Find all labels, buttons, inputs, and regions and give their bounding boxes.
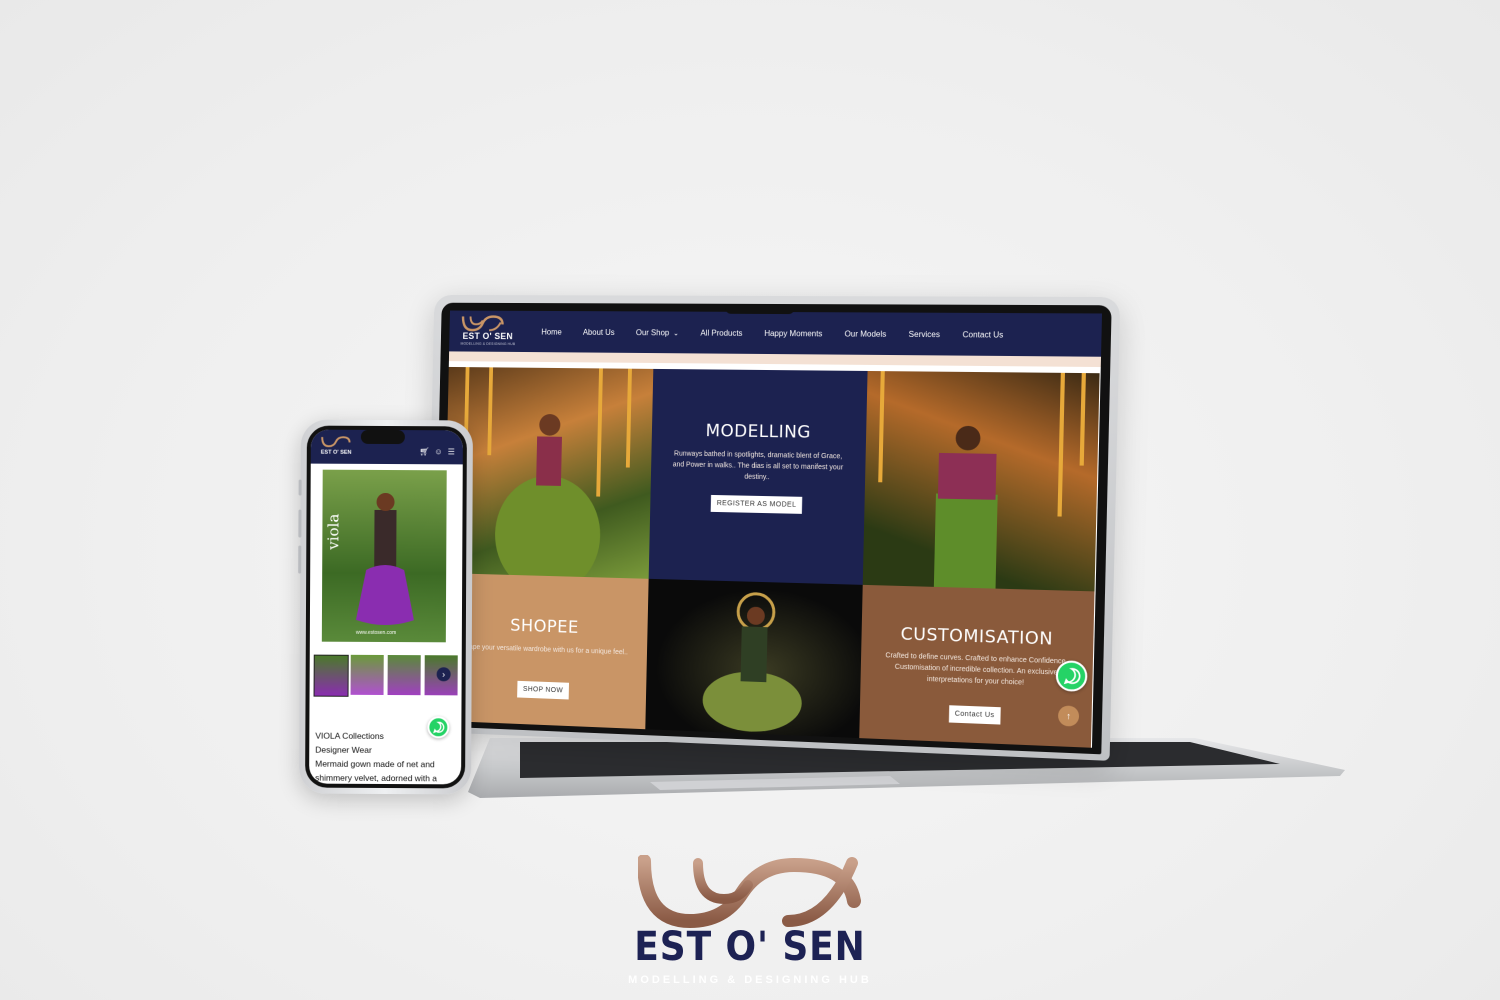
nav-item-about-us[interactable]: About Us [572,327,625,336]
smartphone: EST O' SEN 🛒︎ ☺ ☰ viola www.estosen.com [298,419,473,795]
volume-button [298,479,302,496]
nav-item-services[interactable]: Services [897,329,951,338]
laptop: EST O' SEN MODELLING & DESIGNING HUB Hom… [424,294,1121,761]
nav-item-our-models[interactable]: Our Models [833,329,897,338]
register-as-model-button[interactable]: REGISTER AS MODEL [710,494,803,514]
shopee-title: SHOPEE [510,616,579,638]
phone-header-icons: 🛒︎ ☺ ☰ [419,447,455,456]
website-screen: EST O' SEN MODELLING & DESIGNING HUB Hom… [441,310,1103,748]
product-category: Designer Wear [315,744,372,755]
shopee-card: SHOPEE Shape your versatile wardrobe wit… [441,573,649,738]
logo-brand-text: EST O' SEN [462,331,513,342]
nav-item-happy-moments[interactable]: Happy Moments [753,328,833,338]
brand-tagline: MODELLING & DESIGNING HUB [628,974,872,986]
logo-tagline-text: MODELLING & DESIGNING HUB [460,341,516,347]
product-thumbnail[interactable] [387,655,421,696]
volume-button [298,509,302,538]
product-photo [355,492,414,625]
shopee-text: Shape your versatile wardrobe with us fo… [461,643,628,657]
nav-item-contact-us[interactable]: Contact Us [951,330,1015,340]
chevron-down-icon: ⌄ [673,329,679,337]
menu-icon[interactable]: ☰ [448,447,455,456]
product-image-caption: www.estosen.com [355,629,397,637]
phone-screen: EST O' SEN 🛒︎ ☺ ☰ viola www.estosen.com [309,429,463,785]
product-image-label: viola [324,513,343,550]
modelling-text: Runways bathed in spotlights, dramatic b… [672,450,844,482]
contact-us-button[interactable]: Contact Us [948,705,1001,725]
user-icon[interactable]: ☺ [434,447,442,456]
modelling-photo-left [444,366,654,579]
laptop-bezel: EST O' SEN MODELLING & DESIGNING HUB Hom… [432,302,1112,755]
nav-item-our-shop[interactable]: Our Shop ⌄ [625,328,690,337]
chevron-right-icon[interactable]: › [436,667,451,682]
nav-menu: Home About Us Our Shop ⌄ All Products Hap… [531,327,1015,339]
customisation-title: CUSTOMISATION [900,624,1054,650]
customisation-text: Crafted to define curves. Crafted to enh… [885,652,1068,687]
phone-logo-text: EST O' SEN [320,449,352,456]
garland-decoration [863,371,1100,589]
whatsapp-icon[interactable] [427,716,450,739]
logo-mark-icon [461,314,505,332]
main-navbar: EST O' SEN MODELLING & DESIGNING HUB Hom… [449,310,1103,357]
product-main-image[interactable]: viola www.estosen.com [321,469,447,643]
model-photo [701,579,803,734]
modelling-card: MODELLING Runways bathed in spotlights, … [648,368,868,585]
nav-item-all-products[interactable]: All Products [690,328,754,337]
product-collection: VIOLA Collections [315,730,384,741]
nav-item-label: Our Shop [635,327,670,337]
logo-mark-icon [321,436,351,448]
brand-wordmark: EST O' SEN [634,924,866,970]
whatsapp-icon[interactable] [1055,660,1088,693]
modelling-photo-right [862,370,1100,592]
product-thumbnail[interactable] [313,654,349,697]
dynamic-island [360,429,405,445]
product-thumbnail[interactable] [350,654,384,695]
phone-bezel: EST O' SEN 🛒︎ ☺ ☰ viola www.estosen.com [305,425,467,789]
volume-button [298,545,302,574]
nav-item-home[interactable]: Home [531,327,573,336]
garland-decoration [444,367,653,579]
camera-notch [725,303,795,315]
site-logo[interactable]: EST O' SEN MODELLING & DESIGNING HUB [449,311,524,352]
cart-icon[interactable]: 🛒︎ [419,447,429,456]
shopee-photo [645,578,863,747]
shop-now-button[interactable]: SHOP NOW [517,680,569,700]
product-description-line: shimmery velvet, adorned with a [315,772,438,784]
thumbnail-strip: › [313,654,463,697]
product-description-line: Mermaid gown made of net and [315,758,435,770]
modelling-title: MODELLING [705,421,812,443]
